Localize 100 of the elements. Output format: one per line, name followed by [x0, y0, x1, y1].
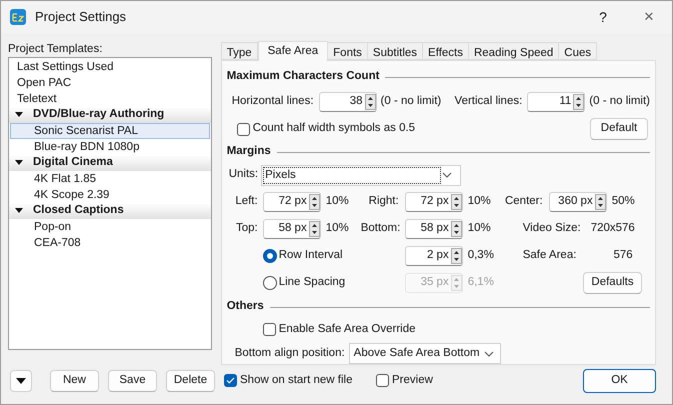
tree-item[interactable]: Teletext: [10, 91, 210, 107]
spin-field[interactable]: 360 px: [548, 192, 607, 212]
ok-button[interactable]: OK: [583, 368, 656, 392]
spin-field[interactable]: 58 px: [262, 219, 321, 239]
list-caption: Project Templates:: [8, 42, 104, 56]
field-label: Units:: [228, 167, 260, 182]
push-button[interactable]: Default: [590, 118, 648, 140]
spin-field[interactable]: 2 px: [404, 246, 463, 266]
field-label: Horizontal lines:: [232, 94, 315, 110]
percent-text: 6,1%: [466, 275, 495, 290]
tree-item[interactable]: Sonic Scenarist PAL: [10, 123, 210, 139]
percent-text: 10%: [466, 221, 492, 236]
section-heading: Others: [226, 299, 264, 314]
spin-field[interactable]: 11: [527, 92, 586, 112]
percent-text: 10%: [324, 194, 350, 210]
checkmark-icon: [226, 376, 235, 385]
chevron-down-icon: [442, 172, 452, 178]
spinner-arrows-icon[interactable]: [450, 221, 462, 237]
field-value: 35 px: [420, 275, 450, 290]
tree-item[interactable]: 4K Flat 1.85: [10, 171, 210, 187]
spinner-arrows-icon[interactable]: [450, 194, 462, 210]
radio-label: Line Spacing: [278, 275, 346, 290]
spinner-arrows-icon[interactable]: [308, 194, 320, 210]
percent-text: 10%: [324, 221, 350, 236]
caret-down-icon: [15, 160, 23, 166]
tree-group-header[interactable]: Closed Captions: [9, 203, 211, 219]
tree-item[interactable]: Pop-on: [10, 219, 210, 235]
percent-text: 0,3%: [466, 248, 495, 264]
checkbox[interactable]: [262, 323, 276, 336]
spin-field[interactable]: 72 px: [404, 192, 463, 212]
field-label: Top:: [234, 221, 259, 236]
field-label: Left:: [234, 194, 259, 210]
push-button[interactable]: Delete: [166, 370, 215, 392]
field-value: 58 px: [420, 221, 450, 236]
caret-down-icon: [15, 208, 23, 214]
dropdown-value: Above Safe Area Bottom: [354, 346, 480, 362]
field-label: Right:: [368, 194, 400, 210]
close-button[interactable]: ✕: [626, 1, 672, 33]
spinner-arrows-icon[interactable]: [308, 221, 320, 237]
checkbox-label: Preview: [392, 372, 433, 388]
chevron-down-icon: [484, 350, 494, 357]
checkbox[interactable]: [236, 122, 250, 136]
spinner-arrows-icon[interactable]: [450, 248, 462, 264]
tree-group-header[interactable]: Digital Cinema: [9, 155, 211, 171]
help-button[interactable]: ?: [580, 1, 626, 33]
info-label: Video Size:: [522, 221, 582, 236]
tab[interactable]: Fonts: [327, 42, 368, 60]
info-label: Safe Area:: [522, 248, 578, 264]
spin-field[interactable]: 58 px: [404, 219, 463, 239]
tree-group-label: Digital Cinema: [33, 155, 113, 170]
tab[interactable]: Effects: [422, 42, 469, 60]
spinner-arrows-icon[interactable]: [573, 94, 584, 110]
tree-item[interactable]: Open PAC: [10, 75, 210, 91]
section-heading: Maximum Characters Count: [226, 69, 380, 84]
field-label: Bottom align position:: [234, 346, 346, 362]
percent-text: 50%: [610, 194, 635, 210]
field-label: Vertical lines:: [454, 94, 524, 110]
tab[interactable]: Type: [220, 42, 258, 60]
percent-text: 10%: [466, 194, 492, 210]
tab[interactable]: Reading Speed: [468, 42, 560, 60]
tab[interactable]: Cues: [558, 42, 598, 60]
dropdown-value: Pixels: [263, 166, 442, 184]
tab[interactable]: Safe Area: [258, 41, 328, 61]
push-button[interactable]: Save: [108, 370, 157, 392]
field-value: 58 px: [278, 221, 308, 236]
field-value: 72 px: [278, 194, 308, 210]
push-button[interactable]: Defaults: [583, 272, 642, 294]
hint-text: (0 - no limit): [588, 94, 650, 110]
checkbox[interactable]: [376, 374, 389, 387]
info-value: 576: [612, 248, 633, 264]
checkbox[interactable]: [224, 374, 237, 387]
tree-item[interactable]: Last Settings Used: [10, 59, 210, 75]
radio-label: Row Interval: [278, 248, 343, 264]
field-value: 11: [559, 94, 572, 110]
tree-group-header[interactable]: DVD/Blue-ray Authoring: [9, 107, 211, 123]
tree-item[interactable]: Blue-ray BDN 1080p: [10, 139, 210, 155]
checkbox-label: Count half width symbols as 0.5: [252, 121, 416, 136]
push-button[interactable]: New: [50, 370, 99, 392]
tree-item[interactable]: 4K Scope 2.39: [10, 187, 210, 203]
spin-field[interactable]: 72 px: [262, 192, 321, 212]
window-title: Project Settings: [35, 8, 126, 26]
bottom-align-dropdown[interactable]: Above Safe Area Bottom: [348, 343, 501, 364]
tab[interactable]: Subtitles: [366, 42, 424, 60]
units-dropdown[interactable]: Pixels: [261, 164, 462, 186]
field-value: 72 px: [420, 194, 450, 210]
field-label: Center:: [504, 194, 544, 210]
caret-down-icon: [16, 378, 26, 384]
field-value: 2 px: [426, 248, 450, 264]
field-value: 360 px: [558, 194, 594, 210]
spin-field[interactable]: 38: [318, 92, 377, 112]
spinner-arrows-icon[interactable]: [594, 194, 606, 210]
info-value: 720x576: [590, 221, 633, 236]
checkbox-label: Show on start new file: [240, 372, 353, 388]
radio-button[interactable]: [262, 249, 277, 263]
field-value: 38: [350, 94, 364, 110]
hint-text: (0 - no limit): [380, 94, 442, 110]
spinner-arrows-icon[interactable]: [364, 94, 376, 110]
tree-item[interactable]: CEA-708: [10, 235, 210, 251]
menu-dropdown-button[interactable]: [10, 370, 32, 392]
tree-group-label: DVD/Blue-ray Authoring: [33, 107, 164, 122]
